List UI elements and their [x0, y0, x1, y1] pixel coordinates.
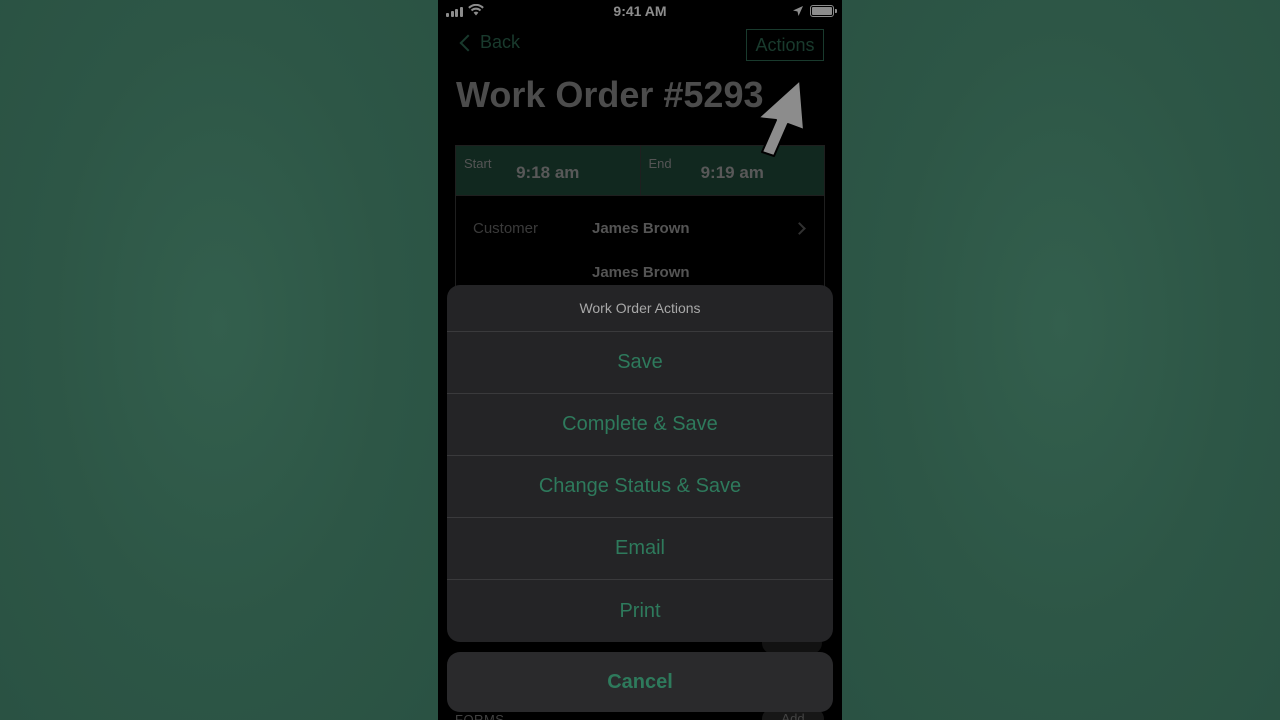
action-change-status-save[interactable]: Change Status & Save — [447, 456, 833, 518]
action-sheet: Work Order Actions Save Complete & Save … — [447, 285, 833, 642]
action-email[interactable]: Email — [447, 518, 833, 580]
action-print[interactable]: Print — [447, 580, 833, 642]
action-sheet-title: Work Order Actions — [447, 285, 833, 332]
cancel-button[interactable]: Cancel — [447, 652, 833, 712]
background-right — [842, 0, 1280, 720]
phone-screen: 9:41 AM Back Actions Work Order #5293 St… — [438, 0, 842, 720]
background-left — [0, 0, 438, 720]
action-save[interactable]: Save — [447, 332, 833, 394]
action-complete-save[interactable]: Complete & Save — [447, 394, 833, 456]
